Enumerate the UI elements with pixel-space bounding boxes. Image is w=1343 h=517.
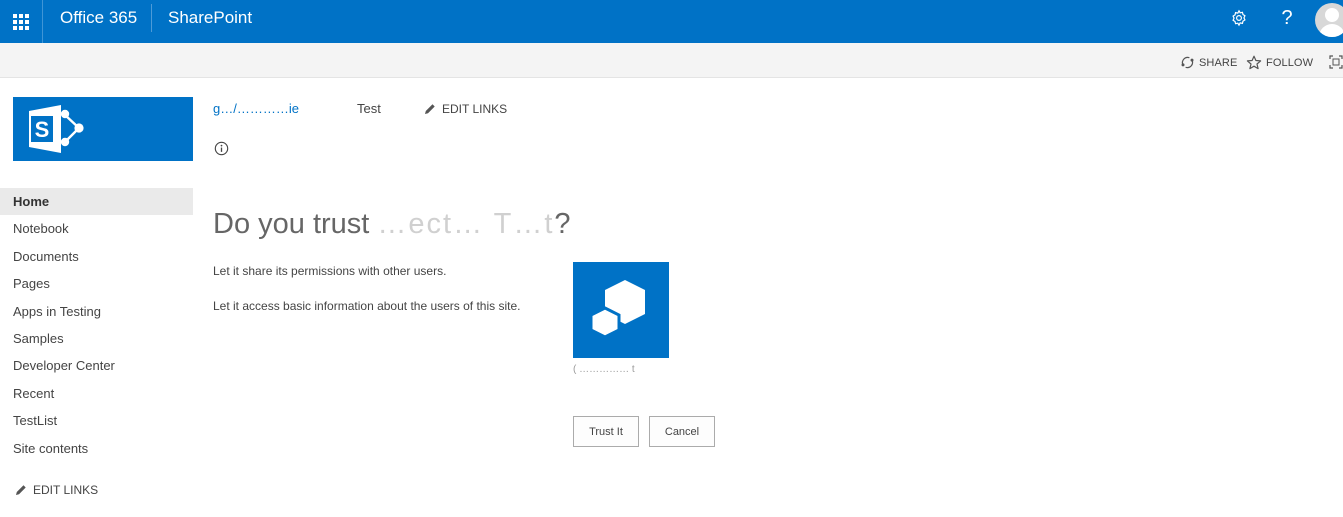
left-nav-item-developer-center[interactable]: Developer Center [0,352,193,379]
app-caption: ( …………… t [573,364,635,375]
follow-label: FOLLOW [1266,57,1314,69]
left-nav-item-notebook[interactable]: Notebook [0,215,193,242]
edit-links-label: EDIT LINKS [442,102,508,116]
title-app-name: …ect… T…t [377,208,555,240]
gear-icon[interactable] [1226,5,1252,31]
left-nav-item-documents[interactable]: Documents [0,243,193,270]
focus-on-content-button[interactable] [1329,55,1343,69]
share-button[interactable]: SHARE [1180,55,1237,70]
ribbon-bar: SHARE FOLLOW [0,43,1343,78]
sharepoint-logo-icon: S [29,105,84,153]
pencil-icon [425,104,435,114]
focus-icon [1329,55,1343,69]
info-icon[interactable] [214,141,229,156]
app-hexagon-icon [589,280,645,339]
left-nav-item-apps-in-testing[interactable]: Apps in Testing [0,298,193,325]
sharepoint-app-link[interactable]: SharePoint [168,0,252,36]
follow-button[interactable]: FOLLOW [1246,55,1313,71]
left-nav-item-home[interactable]: Home [0,188,193,216]
app-tile [573,262,669,358]
suite-bar: Office 365 SharePoint ? [0,0,1343,43]
svg-text:S: S [35,117,50,142]
left-nav-item-site-contents[interactable]: Site contents [0,435,193,462]
help-icon[interactable]: ? [1274,5,1300,31]
topnav-test-link[interactable]: Test [357,101,381,116]
left-nav: Home Notebook Documents Pages Apps in Te… [0,188,193,462]
pencil-icon [16,485,26,495]
site-logo[interactable]: S [13,97,193,161]
star-icon [1246,55,1262,70]
topnav-site-link[interactable]: g…/…………ie [213,101,299,116]
left-nav-item-recent[interactable]: Recent [0,380,193,407]
share-label: SHARE [1199,56,1238,69]
left-nav-item-testlist[interactable]: TestList [0,407,193,434]
permission-user-info: Let it access basic information about th… [213,299,521,313]
suite-divider [151,4,152,32]
share-icon [1181,56,1194,69]
left-nav-item-samples[interactable]: Samples [0,325,193,352]
left-nav-edit-links-button[interactable]: EDIT LINKS [15,483,98,497]
cancel-button[interactable]: Cancel [649,416,715,447]
app-launcher-icon[interactable] [0,0,43,43]
title-prefix: Do you trust [213,208,370,240]
page-title: Do you trust …ect… T…t? [213,208,571,241]
title-suffix: ? [554,208,571,240]
avatar[interactable] [1315,3,1343,37]
office-365-brand-link[interactable]: Office 365 [60,0,137,36]
trust-it-button[interactable]: Trust It [573,416,639,447]
permission-share: Let it share its permissions with other … [213,264,447,278]
left-nav-item-pages[interactable]: Pages [0,270,193,297]
edit-links-label: EDIT LINKS [33,483,99,497]
topnav-edit-links-button[interactable]: EDIT LINKS [424,102,507,116]
